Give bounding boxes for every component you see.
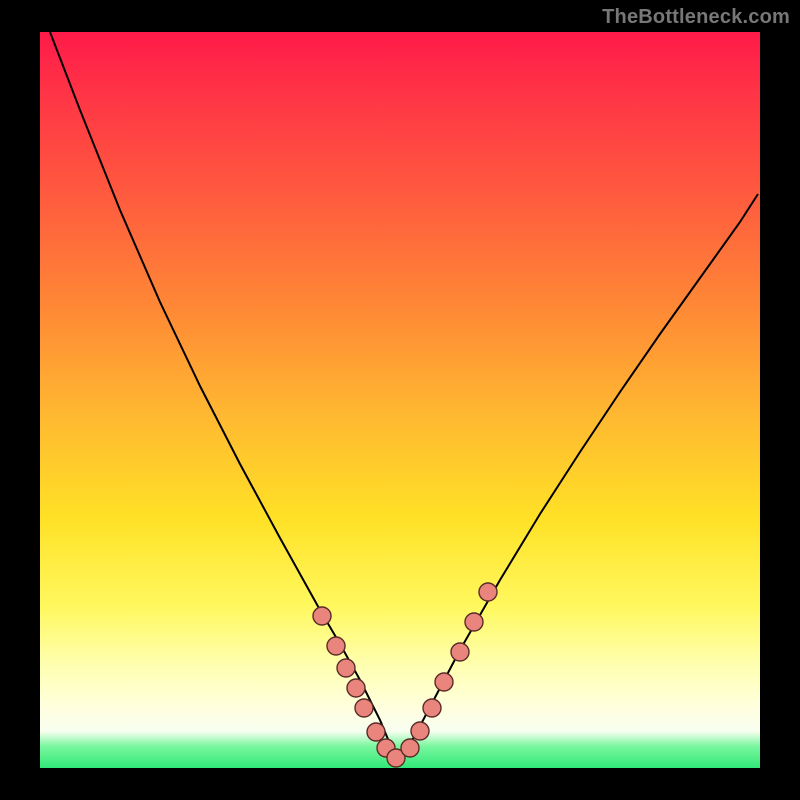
curve-marker	[401, 739, 419, 757]
curve-marker	[479, 583, 497, 601]
chart-plot-area	[40, 32, 760, 768]
curve-marker	[451, 643, 469, 661]
curve-marker	[411, 722, 429, 740]
chart-svg	[40, 32, 760, 768]
curve-marker	[347, 679, 365, 697]
watermark-text: TheBottleneck.com	[602, 6, 790, 29]
curve-marker	[423, 699, 441, 717]
curve-marker	[355, 699, 373, 717]
curve-markers	[313, 583, 497, 767]
bottleneck-curve	[50, 32, 758, 758]
curve-marker	[435, 673, 453, 691]
curve-marker	[313, 607, 331, 625]
curve-marker	[367, 723, 385, 741]
curve-marker	[337, 659, 355, 677]
curve-marker	[465, 613, 483, 631]
curve-marker	[327, 637, 345, 655]
chart-frame: TheBottleneck.com	[0, 0, 800, 800]
